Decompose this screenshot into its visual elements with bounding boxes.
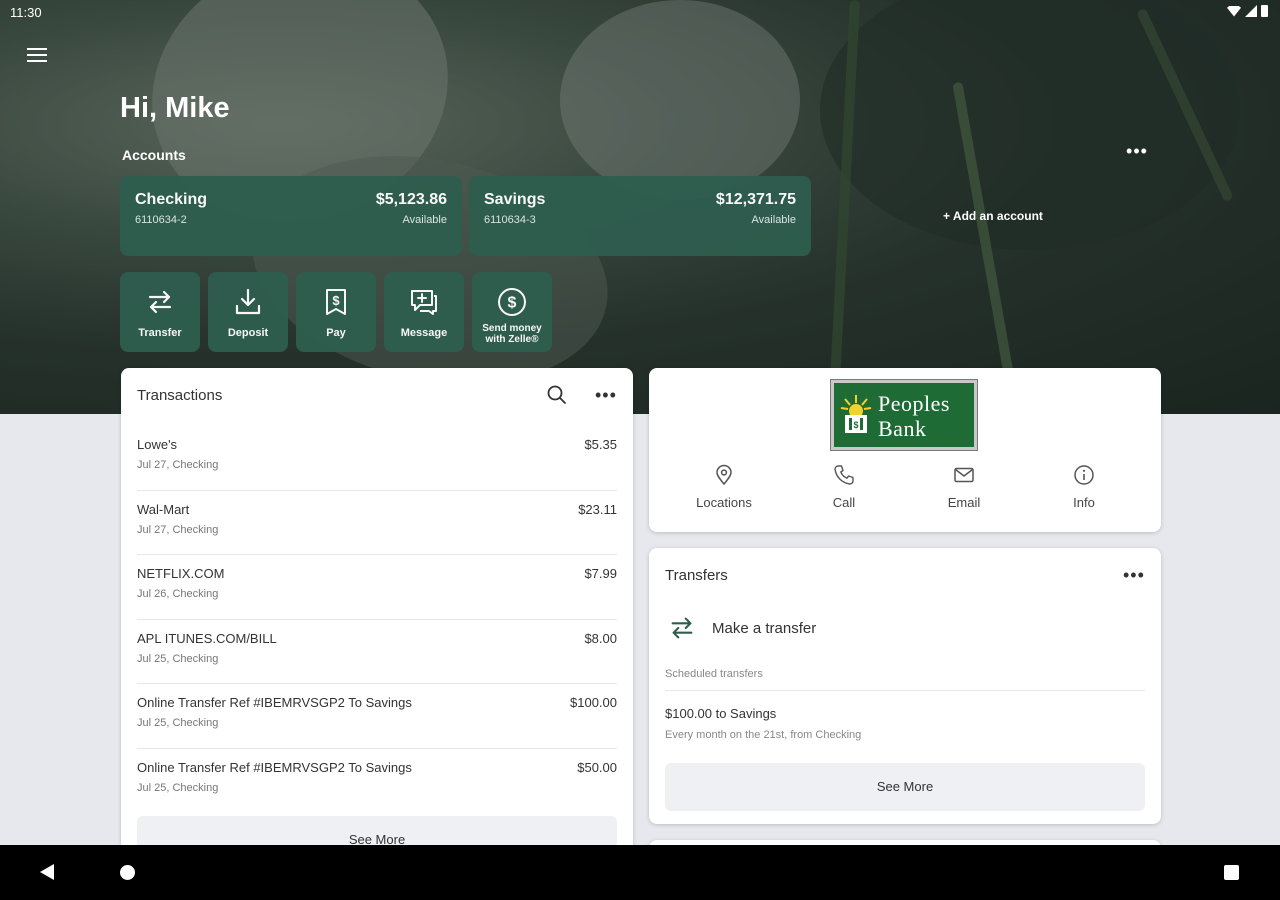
bank-action-label: Call [832,495,856,510]
logo-line-2: Bank [878,416,927,441]
action-label: Send money with Zelle® [482,323,542,345]
action-label: Pay [326,327,346,339]
transaction-detail: Jul 25, Checking [137,717,219,729]
action-label: Deposit [227,327,269,339]
home-icon[interactable] [120,865,135,880]
transaction-row[interactable]: Online Transfer Ref #IBEMRVSGP2 To Savin… [137,684,617,749]
transaction-merchant: Wal-Mart [137,501,190,517]
transfer-arrows-icon [148,290,172,314]
transaction-detail: Jul 25, Checking [137,652,219,665]
account-balance: $5,123.86 [375,191,447,208]
mail-icon [954,467,974,483]
transaction-merchant: Online Transfer Ref #IBEMRVSGP2 To Savin… [137,695,412,710]
transaction-amount: $8.00 [584,630,617,646]
transaction-detail: Jul 27, Checking [137,459,219,471]
action-label: Message [400,327,448,339]
bill-dollar-icon: $ [326,289,346,315]
accounts-more-icon[interactable]: ••• [1125,142,1149,162]
call-button[interactable]: Call [784,464,904,510]
account-balance-note: Available [402,214,447,226]
send-money-zelle-button[interactable]: $ Send money with Zelle® [472,272,552,352]
transaction-row[interactable]: APL ITUNES.COM/BILL $8.00 Jul 25, Checki… [137,620,617,684]
dollar-circle-icon: $ [498,288,526,316]
make-transfer-button[interactable]: Make a transfer [665,612,1065,644]
pay-button[interactable]: $ Pay [296,272,376,352]
transfer-arrows-icon [671,617,693,639]
account-balance: $12,371.75 [715,191,796,208]
transaction-amount: $7.99 [584,566,617,581]
status-time: 11:30 [10,5,42,20]
bank-action-label: Email [947,495,981,510]
transaction-row[interactable]: Wal-Mart $23.11 Jul 27, Checking [137,491,617,555]
transaction-amount: $23.11 [578,501,617,517]
deposit-button[interactable]: Deposit [208,272,288,352]
transaction-merchant: Online Transfer Ref #IBEMRVSGP2 To Savin… [137,759,412,775]
transaction-row[interactable]: Online Transfer Ref #IBEMRVSGP2 To Savin… [137,749,617,814]
download-icon [235,288,261,315]
logo-line-1: Peoples [878,391,950,416]
recent-apps-icon[interactable] [1224,865,1239,880]
transaction-detail: Jul 25, Checking [137,781,219,794]
transaction-row[interactable]: NETFLIX.COM $7.99 Jul 26, Checking [137,555,617,620]
transaction-detail: Jul 27, Checking [137,523,219,536]
transactions-card: Transactions ••• Lowe's $5.35 Jul 27, Ch… [121,368,633,868]
transaction-amount: $5.35 [584,437,617,452]
transactions-title: Transactions [137,387,223,404]
peoples-bank-logo: $ Peoples Bank [830,379,978,451]
message-plus-icon [411,290,437,315]
transactions-more-icon[interactable]: ••• [595,386,617,404]
wifi-icon [1227,5,1241,17]
scheduled-transfers-label: Scheduled transfers [665,668,763,680]
battery-icon [1261,5,1268,17]
transaction-detail: Jul 26, Checking [137,588,219,600]
scheduled-transfer-detail: Every month on the 21st, from Checking [665,729,862,741]
transaction-row[interactable]: Lowe's $5.35 Jul 27, Checking [137,426,617,491]
account-card-savings[interactable]: Savings 6110634-3 $12,371.75 Available [469,176,811,256]
transaction-amount: $50.00 [577,759,617,775]
transaction-merchant: APL ITUNES.COM/BILL [137,630,277,646]
transaction-merchant: Lowe's [137,437,178,452]
map-pin-icon [716,464,732,486]
account-number: 6110634-3 [484,214,536,226]
transactions-list: Lowe's $5.35 Jul 27, Checking Wal-Mart $… [137,426,617,813]
back-icon[interactable] [40,864,54,880]
bank-info-card: $ Peoples Bank Locations Call Email Info [649,368,1161,532]
phone-icon [834,465,854,485]
status-bar: 11:30 [0,0,1280,26]
transfers-see-more-button[interactable]: See More [665,763,1145,811]
system-navigation-bar [0,845,1280,900]
search-icon[interactable] [546,384,568,406]
transfers-more-icon[interactable]: ••• [1123,566,1145,584]
sun-building-icon: $ [840,395,872,433]
account-name: Savings [484,191,546,208]
accounts-label: Accounts [122,147,186,163]
info-button[interactable]: Info [1024,464,1144,510]
scheduled-transfer-title[interactable]: $100.00 to Savings [665,706,776,721]
bank-action-label: Info [1073,495,1095,510]
action-label: Transfer [138,327,182,339]
locations-button[interactable]: Locations [664,464,784,510]
transfers-card: Transfers ••• Make a transfer Scheduled … [649,548,1161,824]
transaction-merchant: NETFLIX.COM [137,566,225,581]
greeting: Hi, Mike [120,92,230,124]
account-number: 6110634-2 [135,214,187,226]
transfer-button[interactable]: Transfer [120,272,200,352]
svg-text:$: $ [332,293,340,308]
transaction-amount: $100.00 [570,695,617,710]
account-name: Checking [135,191,208,208]
signal-icon [1245,5,1257,17]
add-account-link[interactable]: + Add an account [943,209,1043,223]
svg-text:$: $ [508,295,517,312]
account-card-checking[interactable]: Checking 6110634-2 $5,123.86 Available [120,176,462,256]
account-balance-note: Available [751,214,796,226]
hamburger-menu-icon[interactable] [27,48,47,64]
divider [665,690,1145,691]
info-icon [1074,465,1094,485]
email-button[interactable]: Email [904,464,1024,510]
make-transfer-label: Make a transfer [712,620,817,637]
transfers-title: Transfers [665,567,728,584]
bank-action-label: Locations [696,495,752,510]
svg-text:$: $ [853,420,858,430]
message-button[interactable]: Message [384,272,464,352]
